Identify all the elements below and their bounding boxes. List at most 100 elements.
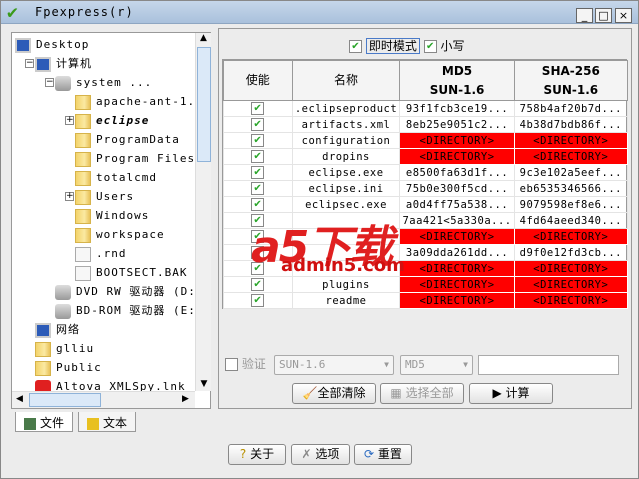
wrench-icon: ✗	[301, 447, 316, 461]
scroll-right-icon[interactable]: ▶	[182, 394, 189, 404]
tree-item-label: ProgramData	[96, 133, 180, 146]
vertical-scrollbar[interactable]: ▲ ▼	[195, 33, 211, 391]
enable-checkbox[interactable]: ✔	[251, 102, 265, 115]
enable-checkbox[interactable]: ✔	[251, 118, 265, 131]
tree-item-label: Windows	[96, 209, 150, 222]
optical-drive-icon	[55, 303, 71, 319]
scroll-down-icon[interactable]: ▼	[196, 379, 212, 389]
enable-checkbox[interactable]: ✔	[251, 198, 265, 211]
expand-icon[interactable]: +	[65, 192, 74, 201]
select-all-button[interactable]: ▦ 选择全部	[380, 383, 464, 404]
tree-item-label: totalcmd	[96, 171, 157, 184]
vertical-scroll-thumb[interactable]	[197, 47, 211, 162]
table-row[interactable]: ✔ .eclipseproduct 93f1fcb3ce19... 758b4af20…	[223, 100, 629, 117]
horizontal-scroll-thumb[interactable]	[29, 393, 101, 407]
tree-item[interactable]: workspace	[75, 226, 165, 244]
instant-mode-label[interactable]: 即时模式	[365, 38, 420, 54]
tree-item[interactable]: BOOTSECT.BAK	[75, 264, 187, 282]
tree-item[interactable]: − 计算机	[25, 55, 92, 73]
table-row[interactable]: ✔ artifacts.xml 8eb25e9051c2... 4b38d7bdb86…	[223, 116, 629, 133]
lowercase-label[interactable]: 小写	[441, 39, 465, 53]
column-sha256[interactable]: SHA-256 SUN-1.6	[513, 60, 629, 101]
table-row[interactable]: ✔ eclipse.ini 75b0e300f5cd... eb6535346566.…	[223, 180, 629, 197]
tree-item[interactable]: BD-ROM 驱动器 (E:)	[55, 302, 203, 320]
close-button[interactable]: ×	[615, 8, 632, 23]
algorithm-select[interactable]: MD5 ▼	[400, 355, 473, 375]
column-enable[interactable]: 使能	[223, 60, 293, 101]
tree-item[interactable]: ProgramData	[75, 131, 180, 149]
compute-button[interactable]: ▶ 计算	[469, 383, 553, 404]
file-tree[interactable]: Desktop − 计算机 − system ... apache-ant-1.8 + ecl…	[11, 32, 211, 409]
enable-checkbox[interactable]: ✔	[251, 134, 265, 147]
pencil-note-icon	[87, 417, 99, 430]
tab-text[interactable]: 文本	[78, 412, 137, 432]
tree-item[interactable]: − system ...	[45, 74, 153, 92]
system-drive-icon	[55, 75, 71, 91]
clear-all-label: 全部清除	[317, 386, 366, 400]
folder-icon	[75, 208, 91, 224]
enable-cell: ✔	[223, 148, 293, 165]
provider-select[interactable]: SUN-1.6 ▼	[274, 355, 394, 375]
file-icon	[75, 246, 91, 262]
enable-cell: ✔	[223, 100, 293, 117]
reset-label: 重置	[377, 447, 402, 461]
tree-item[interactable]: totalcmd	[75, 169, 157, 187]
scroll-left-icon[interactable]: ◀	[16, 394, 23, 404]
name-cell: readme	[291, 292, 401, 309]
md5-cell: 75b0e300f5cd...	[399, 180, 515, 197]
clear-all-button[interactable]: 🧹全部清除	[292, 383, 376, 404]
expand-icon[interactable]: +	[65, 116, 74, 125]
maximize-button[interactable]: □	[595, 8, 612, 23]
enable-checkbox[interactable]: ✔	[251, 182, 265, 195]
table-row[interactable]: ✔ readme <DIRECTORY> <DIRECTORY>	[223, 292, 629, 309]
folder-icon	[75, 189, 91, 205]
sha256-cell: <DIRECTORY>	[513, 292, 629, 309]
instant-mode-checkbox[interactable]: ✔	[349, 40, 362, 53]
tab-files[interactable]: 文件	[15, 412, 74, 432]
options-button[interactable]: ✗ 选项	[291, 444, 350, 465]
enable-checkbox[interactable]: ✔	[251, 166, 265, 179]
tree-item[interactable]: Public	[35, 359, 102, 377]
folder-icon	[35, 360, 51, 376]
folder-icon	[75, 151, 91, 167]
tree-item-label: Public	[56, 361, 102, 374]
minimize-button[interactable]: _	[576, 8, 593, 23]
verify-row: 验证	[225, 355, 266, 372]
tree-item[interactable]: Windows	[75, 207, 149, 225]
desktop-icon	[15, 37, 31, 53]
sha256-cell: 9079598ef8e6...	[513, 196, 629, 213]
tree-item[interactable]: + eclipse	[65, 112, 149, 130]
table-row[interactable]: ✔ eclipse.exe e8500fa63d1f... 9c3e102a5eef.…	[223, 164, 629, 181]
folder-icon	[75, 170, 91, 186]
tree-item-label: workspace	[96, 228, 165, 241]
column-md5-provider: SUN-1.6	[429, 82, 485, 97]
horizontal-scrollbar[interactable]: ◀ ▶	[12, 391, 195, 408]
column-md5[interactable]: MD5 SUN-1.6	[399, 60, 515, 101]
tree-item[interactable]: DVD RW 驱动器 (D:)	[55, 283, 203, 301]
chevron-down-icon: ▼	[463, 360, 468, 369]
lowercase-checkbox[interactable]: ✔	[423, 40, 437, 53]
enable-checkbox[interactable]: ✔	[251, 294, 265, 307]
column-name[interactable]: 名称	[291, 60, 401, 101]
verify-checkbox[interactable]	[225, 358, 238, 371]
tree-item[interactable]: .rnd	[75, 245, 127, 263]
tree-item[interactable]: + Users	[65, 188, 134, 206]
collapse-icon[interactable]: −	[45, 78, 54, 87]
tree-item[interactable]: glliu	[35, 340, 94, 358]
enable-cell: ✔	[223, 132, 293, 149]
scroll-up-icon[interactable]: ▲	[196, 33, 211, 47]
table-row[interactable]: ✔ dropins <DIRECTORY> <DIRECTORY>	[223, 148, 629, 165]
tree-item[interactable]: 网络	[35, 321, 80, 339]
md5-cell: 8eb25e9051c2...	[399, 116, 515, 133]
collapse-icon[interactable]: −	[25, 59, 34, 68]
enable-checkbox[interactable]: ✔	[251, 150, 265, 163]
about-button[interactable]: ? 关于	[228, 444, 286, 465]
tree-item[interactable]: Desktop	[15, 36, 89, 54]
verify-hash-input[interactable]	[478, 355, 619, 375]
tree-item[interactable]: Program Files	[75, 150, 195, 168]
reset-button[interactable]: ⟳ 重置	[354, 444, 412, 465]
floppy-icon	[24, 417, 36, 430]
tree-item[interactable]: apache-ant-1.8	[75, 93, 203, 111]
tree-item-label: system ...	[76, 76, 153, 89]
table-row[interactable]: ✔ configuration <DIRECTORY> <DIRECTORY>	[223, 132, 629, 149]
